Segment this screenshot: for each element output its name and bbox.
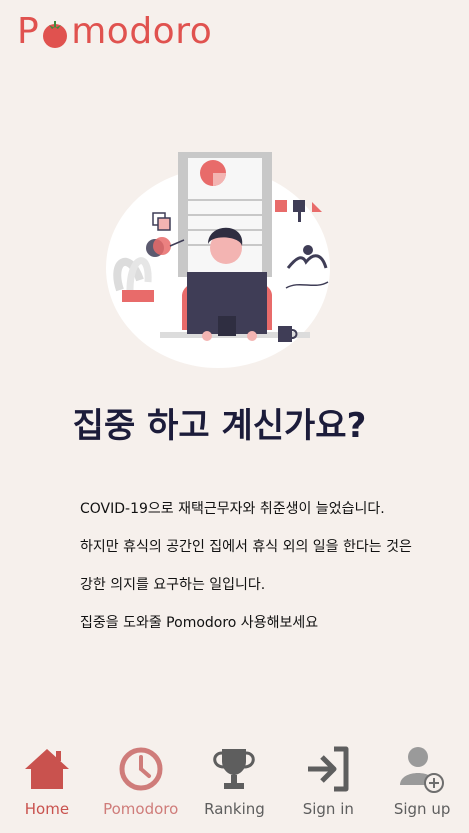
nav-item-pomodoro[interactable]: Pomodoro [94, 735, 188, 833]
intro-paragraph: COVID-19으로 재택근무자와 취준생이 늘었습니다. [80, 501, 385, 517]
logo-text-start: P [17, 11, 40, 52]
nav-item-home[interactable]: Home [0, 735, 94, 833]
intro-paragraph: 강한 의지를 요구하는 일입니다. [80, 577, 266, 593]
intro-paragraph: 하지만 휴식의 공간인 집에서 휴식 외의 일을 한다는 것은 [80, 539, 412, 555]
add-user-icon [400, 747, 445, 793]
nav-item-sign-up[interactable]: Sign up [375, 735, 469, 833]
nav-label-sign-up: Sign up [393, 800, 451, 818]
clock-icon [119, 747, 163, 791]
nav-label-sign-in: Sign in [302, 800, 354, 818]
hero-illustration [100, 150, 340, 380]
nav-label-ranking: Ranking [204, 800, 265, 818]
tomato-icon [40, 14, 70, 50]
page-headline: 집중 하고 계신가요? [72, 406, 367, 446]
nav-label-pomodoro: Pomodoro [103, 800, 179, 818]
sign-in-icon [308, 746, 349, 792]
app-logo[interactable]: P modoro [17, 14, 212, 50]
nav-item-ranking[interactable]: Ranking [188, 735, 282, 833]
home-icon [24, 749, 69, 789]
bottom-nav: Home Pomodoro Ranking Sign in Sign up [0, 735, 469, 833]
nav-label-home: Home [24, 800, 70, 818]
intro-description: COVID-19으로 재택근무자와 취준생이 늘었습니다. 하지만 휴식의 공간… [80, 500, 440, 652]
trophy-icon [213, 749, 256, 789]
nav-item-sign-in[interactable]: Sign in [281, 735, 375, 833]
intro-paragraph: 집중을 도와줄 Pomodoro 사용해보세요 [80, 615, 319, 631]
logo-text-end: modoro [71, 11, 213, 52]
